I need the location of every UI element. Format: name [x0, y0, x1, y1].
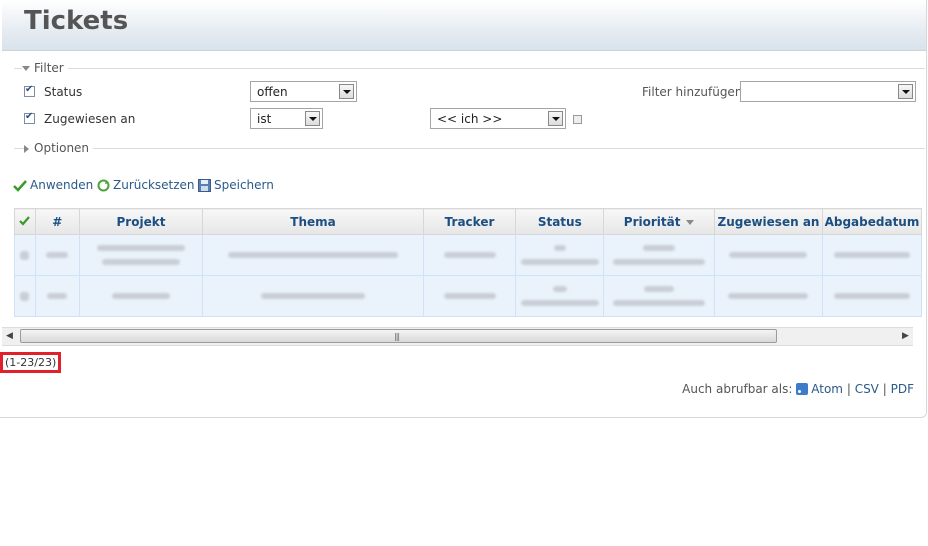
dropdown-arrow-icon[interactable] — [898, 84, 913, 99]
status-filter-label: Status — [44, 85, 83, 99]
status-operator-select[interactable]: offen — [250, 81, 357, 102]
grip-icon: ||| — [394, 332, 400, 341]
add-filter-label: Filter hinzufügen — [642, 85, 743, 99]
checkmark-icon — [19, 215, 31, 226]
dropdown-arrow-icon[interactable] — [548, 111, 563, 126]
dropdown-arrow-icon[interactable] — [305, 111, 320, 126]
row-checkbox[interactable] — [20, 291, 30, 301]
page-title: Tickets — [24, 6, 129, 36]
feed-icon — [796, 383, 809, 395]
page-header: Tickets — [2, 0, 926, 51]
column-header-due-date[interactable]: Abgabedatum — [821, 208, 922, 235]
filter-fieldset: Filter — [14, 61, 925, 75]
column-header-project[interactable]: Projekt — [78, 208, 204, 235]
table-row[interactable] — [14, 234, 922, 276]
status-filter-checkbox[interactable] — [24, 84, 35, 97]
column-header-status[interactable]: Status — [515, 208, 605, 235]
assigned-filter-label: Zugewiesen an — [44, 112, 136, 126]
separator: | — [846, 382, 851, 396]
expand-arrow-icon — [24, 144, 29, 153]
save-button[interactable]: Speichern — [198, 178, 274, 192]
collapse-arrow-icon — [22, 66, 30, 71]
sort-desc-icon — [686, 219, 695, 225]
column-header-subject[interactable]: Thema — [202, 208, 424, 235]
atom-link[interactable]: Atom — [811, 382, 843, 396]
scroll-right-icon[interactable]: ▶ — [898, 328, 913, 345]
reset-button[interactable]: Zurücksetzen — [97, 178, 195, 192]
column-header-priority[interactable]: Priorität — [603, 208, 716, 235]
assigned-filter-checkbox[interactable] — [24, 111, 35, 124]
table-row[interactable] — [14, 275, 922, 317]
select-all-checkbox[interactable] — [14, 208, 36, 235]
export-label: Auch abrufbar als: — [682, 382, 793, 396]
scroll-left-icon[interactable]: ◀ — [2, 328, 17, 345]
options-legend[interactable]: Optionen — [24, 141, 94, 155]
apply-button[interactable]: Anwenden — [13, 178, 93, 192]
separator: | — [882, 382, 887, 396]
result-count: (1-23/23) — [0, 352, 61, 373]
options-fieldset: Optionen — [14, 141, 925, 155]
filter-legend[interactable]: Filter — [22, 61, 68, 75]
scrollbar-thumb[interactable]: ||| — [20, 329, 777, 343]
column-header-id[interactable]: # — [34, 208, 80, 235]
table-header-row: # Projekt Thema Tracker Status Priorität… — [14, 208, 922, 235]
row-checkbox[interactable] — [20, 250, 30, 260]
issues-table: # Projekt Thema Tracker Status Priorität… — [14, 208, 922, 317]
reload-icon — [97, 179, 110, 192]
assigned-operator-select[interactable]: ist — [250, 108, 323, 129]
export-links: Auch abrufbar als: Atom | CSV | PDF — [682, 382, 914, 396]
floppy-disk-icon — [198, 179, 211, 192]
dropdown-arrow-icon[interactable] — [339, 84, 354, 99]
issues-table-viewport: # Projekt Thema Tracker Status Priorität… — [14, 208, 922, 320]
column-header-assigned[interactable]: Zugewiesen an — [714, 208, 823, 235]
add-filter-select[interactable] — [740, 81, 916, 102]
horizontal-scrollbar[interactable]: ◀ ||| ▶ — [2, 327, 913, 346]
column-header-tracker[interactable]: Tracker — [422, 208, 517, 235]
csv-link[interactable]: CSV — [855, 382, 879, 396]
pdf-link[interactable]: PDF — [891, 382, 914, 396]
remove-filter-icon[interactable] — [573, 115, 582, 124]
checkmark-icon — [13, 179, 27, 192]
assigned-value-select[interactable]: << ich >> — [430, 108, 566, 129]
